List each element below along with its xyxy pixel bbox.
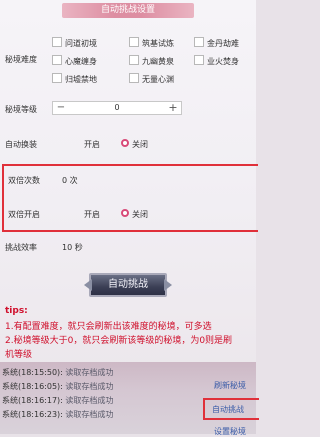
difficulty-checkbox-5[interactable] [129,55,139,65]
double-enable-off-option[interactable]: 关闭 [132,209,148,220]
level-value[interactable]: 0 [69,102,165,114]
tip-line-1: 1.有配置难度，就只会刷新出该难度的秘境，可多选 [5,322,212,332]
difficulty-option-2: 筑基试炼 [142,39,174,48]
double-settings-highlight [2,164,258,232]
efficiency-value: 10 秒 [62,243,83,252]
difficulty-option-6: 业火焚身 [207,57,239,66]
difficulty-checkbox-6[interactable] [194,55,204,65]
log-line-4: 系统(18:16:23): 读取存档成功 [2,410,114,419]
difficulty-checkbox-2[interactable] [129,37,139,47]
difficulty-checkbox-8[interactable] [129,73,139,83]
tips-heading: tips: [5,306,28,316]
double-count-label: 双倍次数 [8,176,40,185]
level-decrement-button[interactable]: − [53,102,69,114]
auto-challenge-side-button[interactable]: 自动挑战 [212,404,244,415]
auto-switch-off-option[interactable]: 关闭 [132,139,148,150]
auto-challenge-button[interactable]: 自动挑战 [89,273,167,297]
difficulty-label: 秘境难度 [5,55,37,64]
difficulty-checkbox-4[interactable] [52,55,62,65]
auto-switch-on-option[interactable]: 开启 [84,139,100,150]
tip-line-2: 2.秘境等级大于0，就只会刷新该等级的秘境，为0则是刷 [5,336,233,346]
level-label: 秘境等级 [5,105,37,114]
difficulty-option-3: 金丹劫难 [207,39,239,48]
set-secret-realm-button[interactable]: 设置秘境 [214,426,246,437]
auto-switch-off-radio[interactable] [121,139,129,147]
difficulty-option-4: 心魔缠身 [65,57,97,66]
difficulty-option-7: 归墟禁地 [65,75,97,84]
difficulty-checkbox-7[interactable] [52,73,62,83]
settings-panel: 自动挑战设置 秘境难度 问道初境 筑基试炼 金丹劫难 心魔缠身 九幽黄泉 业火焚… [0,0,258,375]
log-line-3: 系统(18:16:17): 读取存档成功 [2,396,114,405]
refresh-secret-realm-button[interactable]: 刷新秘境 [214,380,246,391]
double-enable-on-option[interactable]: 开启 [84,209,100,220]
double-enable-label: 双倍开启 [8,210,40,219]
difficulty-option-8: 无量心渊 [142,75,174,84]
level-stepper: − 0 + [52,101,182,115]
tip-line-3: 机等级 [5,350,33,360]
difficulty-checkbox-3[interactable] [194,37,204,47]
double-count-value: 0 次 [62,176,78,185]
level-increment-button[interactable]: + [165,102,181,114]
efficiency-label: 挑战效率 [5,243,37,252]
log-line-2: 系统(18:16:05): 读取存档成功 [2,382,114,391]
difficulty-option-1: 问道初境 [65,39,97,48]
double-enable-off-radio[interactable] [121,209,129,217]
difficulty-checkbox-1[interactable] [52,37,62,47]
panel-title: 自动挑战设置 [62,3,194,18]
auto-switch-label: 自动换装 [5,140,37,149]
difficulty-option-5: 九幽黄泉 [142,57,174,66]
log-line-1: 系统(18:15:50): 读取存档成功 [2,368,114,377]
